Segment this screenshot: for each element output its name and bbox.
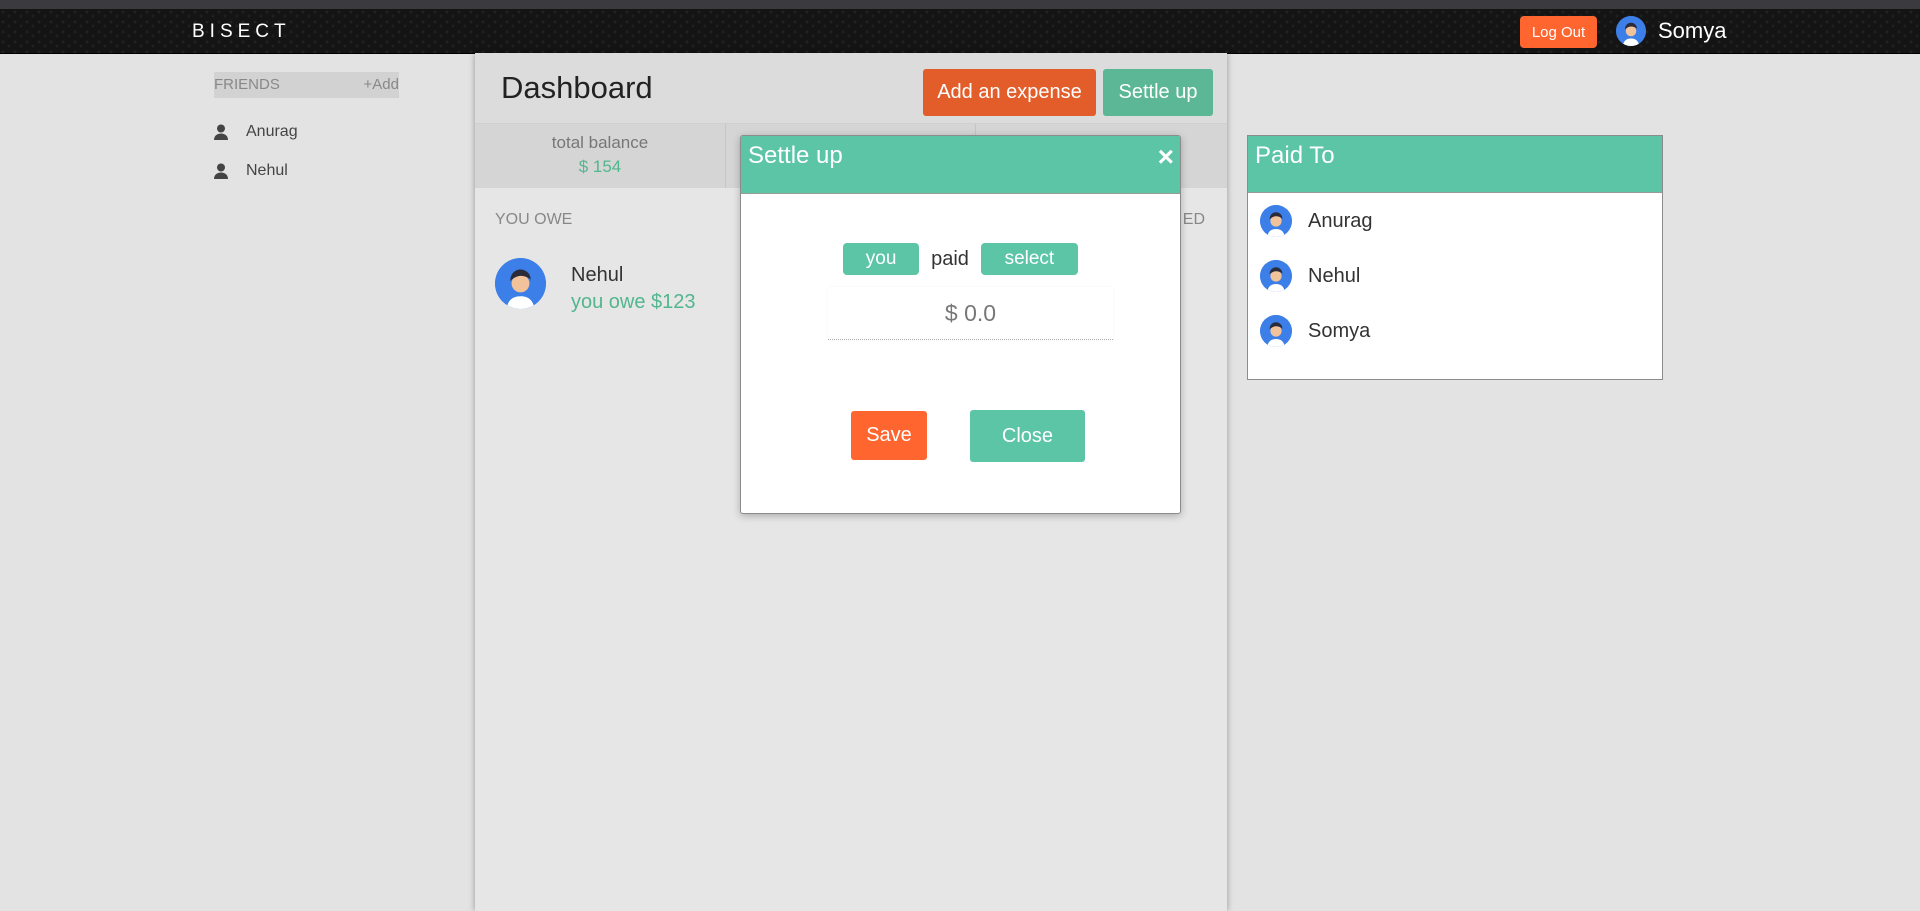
person-avatar-icon [1260,260,1292,292]
top-navbar: BISECT Log Out Somya [0,9,1920,54]
friends-label: FRIENDS [214,76,280,93]
total-balance-label: total balance [551,133,649,152]
add-expense-button[interactable]: Add an expense [923,69,1096,116]
person-icon [214,163,228,179]
you-are-owed-heading-partial: ED [1182,211,1205,228]
paid-to-title: Paid To [1255,142,1335,169]
owe-friend-name: Nehul [571,264,624,286]
paid-to-item[interactable]: Nehul [1260,260,1360,292]
friend-name: Nehul [246,162,288,179]
friend-name: Anurag [246,123,298,140]
you-owe-heading: YOU OWE [495,211,573,228]
dashboard-header: Dashboard Add an expense Settle up [475,53,1227,124]
user-avatar-icon [1616,16,1646,46]
paid-to-header: Paid To [1248,136,1662,193]
paid-to-item[interactable]: Somya [1260,315,1370,347]
paid-to-name: Somya [1308,319,1371,342]
owe-amount: you owe $123 [571,291,696,313]
total-balance-value: $ 154 [578,157,622,176]
friend-avatar-icon [495,258,546,309]
paid-to-item[interactable]: Anurag [1260,205,1373,237]
modal-header: Settle up × [741,136,1180,194]
user-name: Somya [1658,18,1727,43]
window-top-strip [0,0,1920,9]
friend-item-nehul[interactable]: Nehul [214,159,288,183]
payee-select-button[interactable]: select [980,243,1078,275]
friend-item-anurag[interactable]: Anurag [214,120,298,144]
close-button[interactable]: Close [970,410,1085,462]
user-menu[interactable]: Somya [1616,15,1726,47]
page-title: Dashboard [501,70,653,105]
total-balance-cell: total balance $ 154 [475,124,726,188]
payer-select-button[interactable]: you [843,243,920,275]
person-icon [214,124,228,140]
settle-up-modal: Settle up × you paid select Save Close [740,135,1181,514]
modal-title: Settle up [748,142,843,169]
paid-to-name: Nehul [1308,264,1361,287]
amount-input[interactable] [828,287,1113,340]
close-icon[interactable]: × [1158,143,1174,171]
person-avatar-icon [1260,315,1292,347]
paid-to-name: Anurag [1308,209,1373,232]
friends-header: FRIENDS +Add [214,72,399,98]
save-button[interactable]: Save [851,411,927,460]
payer-payee-row: you paid select [741,243,1180,275]
person-avatar-icon [1260,205,1292,237]
add-friend-link[interactable]: +Add [364,76,399,93]
settle-up-button[interactable]: Settle up [1103,69,1213,116]
paid-label: paid [931,247,969,270]
logout-button[interactable]: Log Out [1520,16,1597,48]
brand-logo[interactable]: BISECT [192,21,291,43]
paid-to-panel: Paid To Anurag Nehul Somya [1247,135,1663,380]
